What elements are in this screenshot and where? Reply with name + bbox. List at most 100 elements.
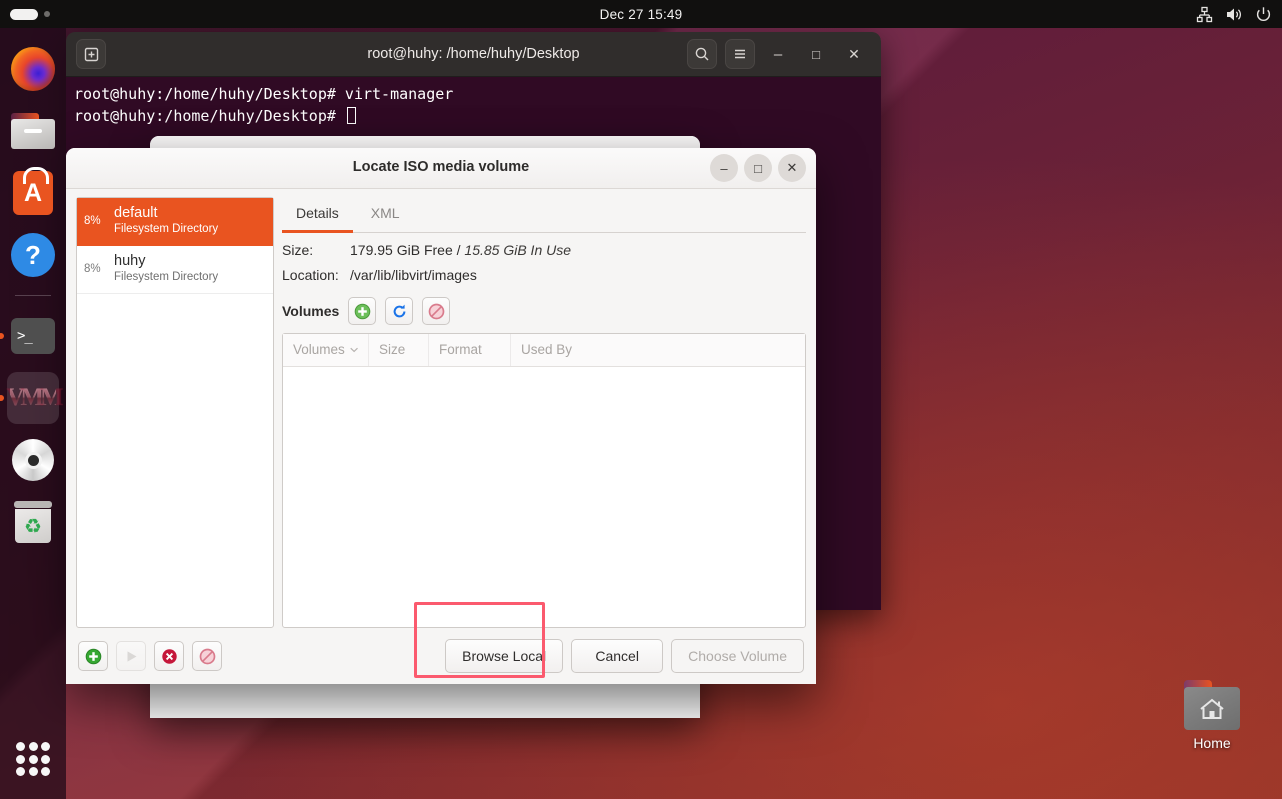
pool-size-inuse: 15.85 GiB In Use	[464, 242, 572, 258]
x-circle-icon	[161, 648, 177, 664]
pool-name: huhy	[114, 253, 146, 269]
dialog-title: Locate ISO media volume	[352, 159, 530, 175]
activities-button[interactable]	[10, 8, 50, 20]
show-applications-icon	[16, 742, 50, 776]
column-label: Volumes	[293, 342, 345, 357]
pool-size-value: 179.95 GiB Free / 15.85 GiB In Use	[350, 242, 571, 258]
dock-item-disc[interactable]	[7, 434, 59, 486]
activities-pill-icon	[10, 8, 38, 20]
chevron-down-icon	[350, 347, 358, 352]
new-tab-icon	[84, 47, 98, 61]
dock-item-help[interactable]: ?	[7, 229, 59, 281]
terminal-cursor	[346, 107, 356, 124]
plus-circle-icon	[354, 303, 371, 319]
delete-pool-button[interactable]	[192, 641, 222, 671]
house-glyph-icon	[1200, 698, 1224, 719]
firefox-icon	[11, 47, 55, 91]
pool-location-value: /var/lib/libvirt/images	[350, 267, 477, 283]
dock-item-software[interactable]: A	[7, 167, 59, 219]
cd-drive-icon	[12, 439, 54, 481]
new-tab-button[interactable]	[76, 39, 106, 69]
terminal-minimize-button[interactable]: –	[763, 39, 793, 69]
start-pool-button[interactable]	[116, 641, 146, 671]
software-glyph: A	[23, 178, 43, 207]
volumes-table[interactable]: Volumes Size Format Used By	[282, 333, 806, 628]
pool-type: Filesystem Directory	[114, 223, 219, 235]
dialog-close-button[interactable]: ✕	[778, 154, 806, 182]
tab-xml[interactable]: XML	[357, 197, 414, 233]
terminal-line: root@huhy:/home/huhy/Desktop# virt-manag…	[74, 85, 454, 103]
column-header-format[interactable]: Format	[429, 334, 511, 366]
gnome-top-bar: Dec 27 15:49	[0, 0, 1282, 28]
delete-volume-button[interactable]	[422, 297, 451, 325]
pool-usage-percent: 8%	[84, 215, 101, 227]
cancel-button[interactable]: Cancel	[571, 639, 664, 673]
show-applications-button[interactable]	[7, 733, 59, 785]
plus-circle-icon	[85, 648, 101, 664]
dialog-minimize-button[interactable]: –	[710, 154, 738, 182]
volumes-toolbar: Volumes	[282, 297, 806, 325]
dialog-maximize-button[interactable]: □	[744, 154, 772, 182]
tab-details[interactable]: Details	[282, 197, 353, 233]
storage-pool-list[interactable]: 8% default Filesystem Directory 8% huhy …	[76, 197, 274, 628]
hamburger-icon	[735, 49, 745, 59]
terminal-line: root@huhy:/home/huhy/Desktop#	[74, 105, 873, 127]
pool-name: default	[114, 205, 158, 221]
column-header-volumes[interactable]: Volumes	[283, 334, 369, 366]
vmm-glyph: VMM	[6, 384, 63, 411]
dock-item-trash[interactable]: ♻	[7, 496, 59, 548]
volumes-label: Volumes	[282, 303, 340, 319]
no-entry-icon	[199, 648, 215, 664]
volume-icon	[1227, 8, 1241, 20]
dialog-footer: Browse Local Cancel Choose Volume	[66, 602, 816, 684]
column-header-used-by[interactable]: Used By	[511, 334, 805, 366]
refresh-icon	[393, 304, 406, 317]
pool-size-row: Size: 179.95 GiB Free / 15.85 GiB In Use	[282, 242, 806, 258]
pool-type: Filesystem Directory	[114, 271, 219, 283]
detail-tabs: Details XML	[282, 197, 806, 233]
clock[interactable]: Dec 27 15:49	[0, 7, 1282, 22]
storage-pool-item-default[interactable]: 8% default Filesystem Directory	[77, 198, 273, 246]
add-pool-button[interactable]	[78, 641, 108, 671]
network-icon	[1196, 6, 1213, 22]
terminal-glyph: >_	[17, 328, 33, 344]
terminal-close-button[interactable]: ✕	[839, 39, 869, 69]
power-icon	[1256, 6, 1271, 21]
virt-manager-icon: VMM	[6, 384, 63, 411]
search-icon	[695, 47, 709, 61]
home-folder-icon	[1184, 680, 1240, 730]
activities-dot-icon	[44, 11, 50, 17]
add-volume-button[interactable]	[348, 297, 377, 325]
choose-volume-button: Choose Volume	[671, 639, 804, 673]
terminal-menu-button[interactable]	[725, 39, 755, 69]
refresh-volumes-button[interactable]	[385, 297, 414, 325]
no-entry-icon	[428, 303, 445, 319]
pool-location-label: Location:	[282, 267, 339, 283]
pool-size-free: 179.95 GiB Free	[350, 242, 453, 258]
terminal-search-button[interactable]	[687, 39, 717, 69]
system-tray[interactable]	[1196, 6, 1272, 23]
pool-size-label: Size:	[282, 242, 314, 258]
pool-detail-pane: Details XML Size: 179.95 GiB Free / 15.8…	[282, 197, 806, 628]
volumes-table-body	[283, 367, 805, 627]
terminal-titlebar: root@huhy: /home/huhy/Desktop – □ ✕	[66, 32, 881, 77]
ubuntu-dock: A ? >_ VMM ♻	[0, 28, 66, 799]
dock-item-firefox[interactable]	[7, 43, 59, 95]
play-icon	[127, 650, 136, 662]
dock-separator	[15, 295, 51, 296]
storage-pool-item-huhy[interactable]: 8% huhy Filesystem Directory	[77, 246, 273, 294]
dock-item-virt-manager[interactable]: VMM	[6, 372, 64, 424]
help-glyph: ?	[25, 239, 41, 270]
dock-item-terminal[interactable]: >_	[7, 310, 59, 362]
volumes-table-header: Volumes Size Format Used By	[283, 334, 805, 367]
dock-item-files[interactable]	[7, 105, 59, 157]
browse-local-button[interactable]: Browse Local	[445, 639, 564, 673]
desktop-icon-home[interactable]: Home	[1163, 680, 1261, 751]
locate-iso-media-volume-dialog[interactable]: Locate ISO media volume – □ ✕ 8% default…	[66, 148, 816, 684]
terminal-maximize-button[interactable]: □	[801, 39, 831, 69]
stop-pool-button[interactable]	[154, 641, 184, 671]
pool-location-row: Location: /var/lib/libvirt/images	[282, 267, 806, 283]
trash-icon: ♻	[14, 501, 52, 543]
files-icon	[11, 113, 55, 149]
column-header-size[interactable]: Size	[369, 334, 429, 366]
